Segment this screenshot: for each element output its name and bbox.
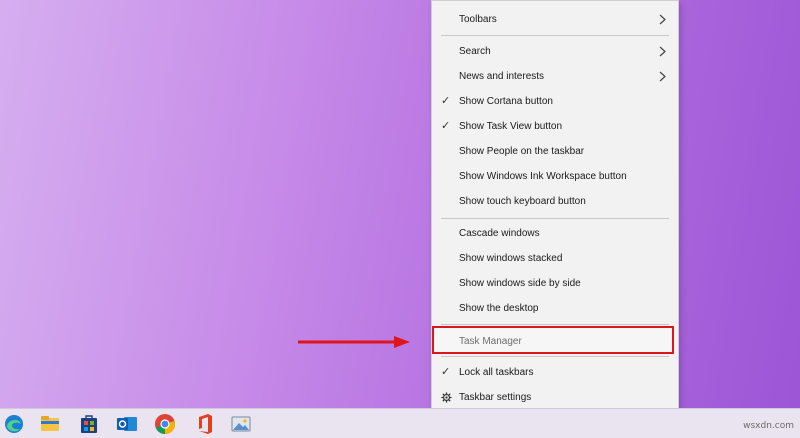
menu-item-toolbars[interactable]: Toolbars xyxy=(432,7,678,32)
chevron-right-icon xyxy=(659,14,666,25)
menu-item-show-touch-keyboard[interactable]: Show touch keyboard button xyxy=(432,189,678,214)
outlook-icon[interactable] xyxy=(115,412,139,436)
menu-item-taskbar-settings[interactable]: Taskbar settings xyxy=(432,385,678,410)
checkmark-icon: ✓ xyxy=(441,120,451,132)
chrome-icon[interactable] xyxy=(153,412,177,436)
chevron-right-icon xyxy=(659,71,666,82)
task-manager-highlight-box xyxy=(432,326,674,354)
menu-separator xyxy=(441,35,669,36)
menu-item-search[interactable]: Search xyxy=(432,39,678,64)
chevron-right-icon xyxy=(659,46,666,57)
menu-item-show-windows-ink[interactable]: Show Windows Ink Workspace button xyxy=(432,164,678,189)
photos-icon[interactable] xyxy=(229,412,253,436)
microsoft-store-icon[interactable] xyxy=(77,412,101,436)
red-arrow-annotation xyxy=(298,336,410,348)
checkmark-icon: ✓ xyxy=(441,366,451,378)
office-icon[interactable] xyxy=(193,412,217,436)
menu-separator xyxy=(441,356,669,357)
taskbar: wsxdn.com xyxy=(0,408,800,438)
menu-item-show-people[interactable]: Show People on the taskbar xyxy=(432,139,678,164)
edge-icon[interactable] xyxy=(2,412,26,436)
watermark: wsxdn.com xyxy=(743,421,794,431)
menu-item-show-windows-stacked[interactable]: Show windows stacked xyxy=(432,246,678,271)
checkmark-icon: ✓ xyxy=(441,95,451,107)
menu-item-news-and-interests[interactable]: News and interests xyxy=(432,64,678,89)
menu-item-show-task-view-button[interactable]: ✓ Show Task View button xyxy=(432,114,678,139)
menu-separator xyxy=(441,218,669,219)
menu-item-cascade-windows[interactable]: Cascade windows xyxy=(432,221,678,246)
file-explorer-icon[interactable] xyxy=(38,412,62,436)
menu-item-lock-all-taskbars[interactable]: ✓ Lock all taskbars xyxy=(432,360,678,385)
menu-item-show-the-desktop[interactable]: Show the desktop xyxy=(432,296,678,321)
menu-item-show-cortana-button[interactable]: ✓ Show Cortana button xyxy=(432,89,678,114)
menu-item-show-windows-side-by-side[interactable]: Show windows side by side xyxy=(432,271,678,296)
gear-icon xyxy=(441,392,452,403)
menu-separator xyxy=(441,324,669,325)
